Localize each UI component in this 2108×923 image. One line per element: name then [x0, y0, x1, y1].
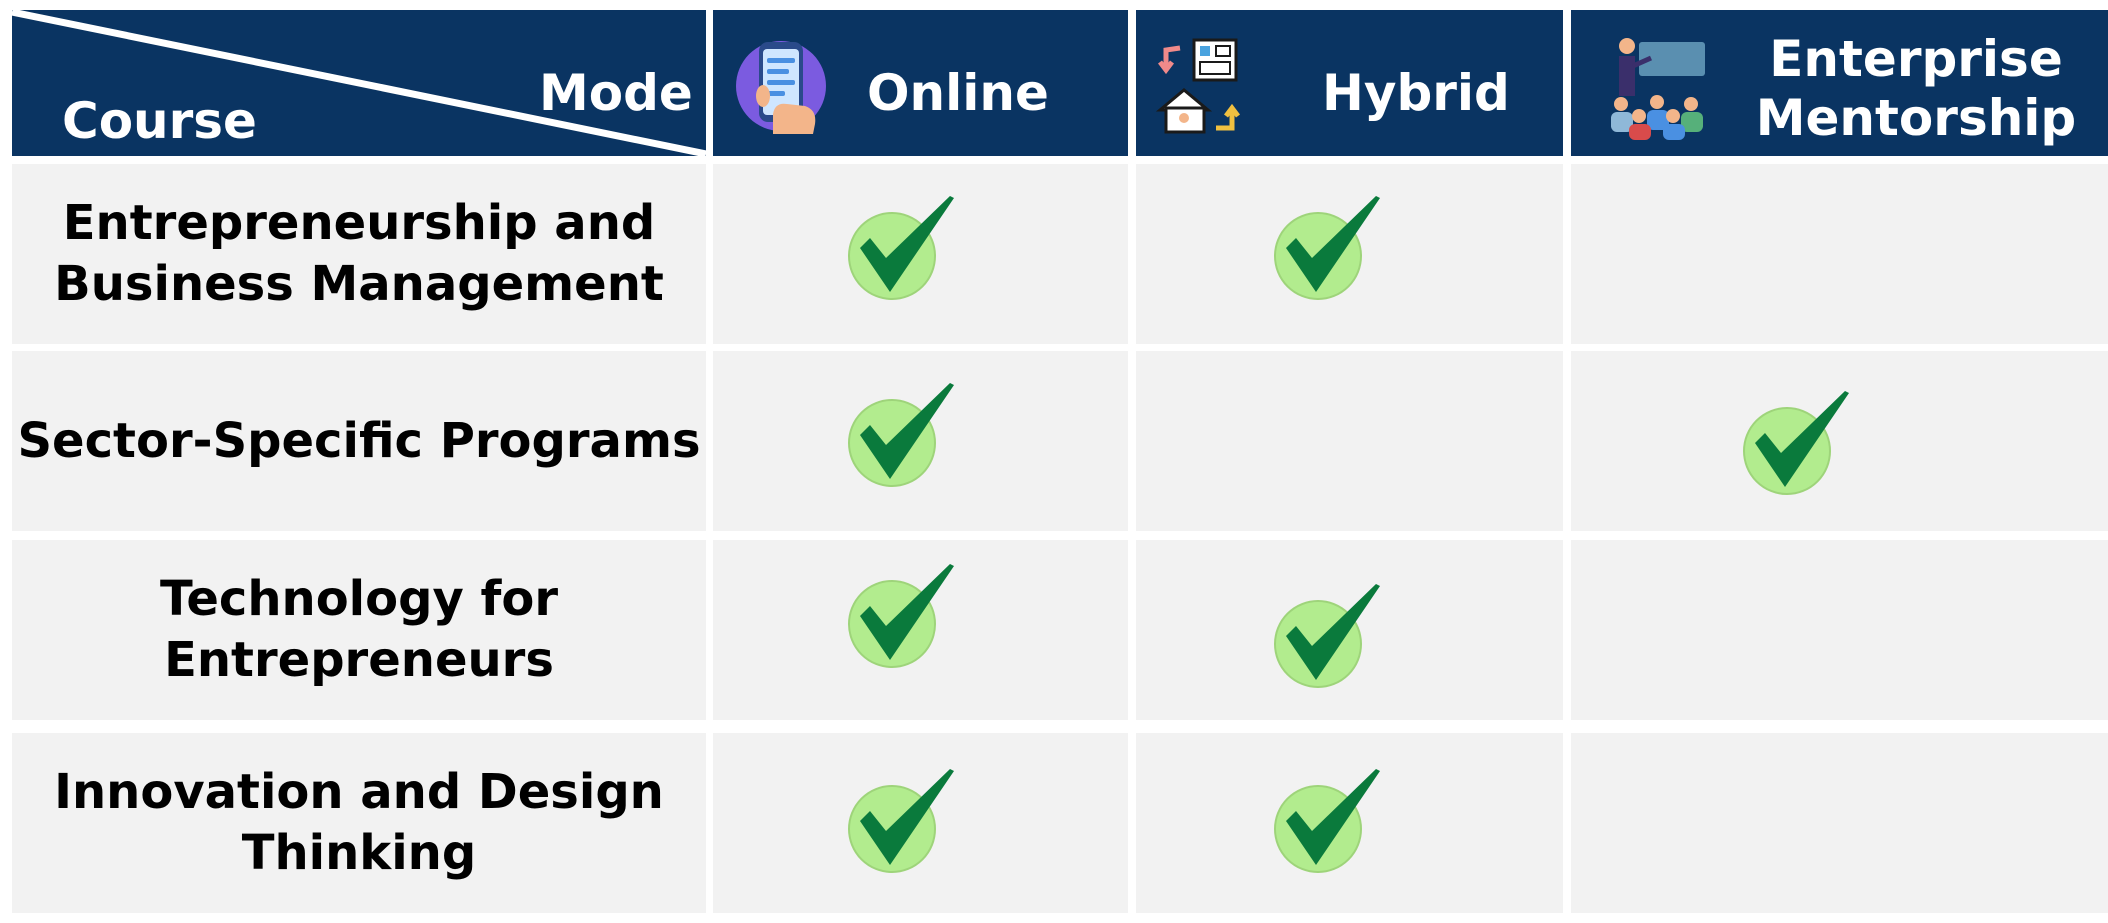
mode-cell-hybrid	[1136, 540, 1563, 720]
mode-cell-enterprise	[1571, 351, 2108, 531]
checkmark-icon	[846, 194, 958, 306]
course-name: Sector-Specific Programs	[17, 412, 701, 469]
course-name: Innovation and Design Thinking	[54, 764, 664, 881]
course-cell: Sector-Specific Programs	[12, 351, 706, 531]
mode-cell-hybrid	[1136, 351, 1563, 531]
mode-label-hybrid: Hybrid	[1322, 64, 1510, 122]
mode-cell-online	[713, 540, 1128, 720]
header-cell-hybrid: Hybrid	[1136, 10, 1563, 156]
corner-header-cell: Course Mode	[12, 10, 706, 156]
mode-cell-hybrid	[1136, 733, 1563, 913]
mode-label-online: Online	[867, 64, 1049, 122]
checkmark-icon	[846, 767, 958, 879]
checkmark-icon	[846, 562, 958, 674]
checkmark-icon	[1741, 389, 1853, 501]
course-name: Entrepreneurship and Business Management	[54, 195, 664, 312]
mode-label-enterprise: Enterprise Mentorship	[1755, 30, 2077, 147]
mode-cell-enterprise	[1571, 733, 2108, 913]
course-cell: Entrepreneurship and Business Management	[12, 164, 706, 344]
course-cell: Innovation and Design Thinking	[12, 733, 706, 913]
corner-course-label: Course	[62, 92, 257, 150]
checkmark-icon	[846, 381, 958, 493]
checkmark-icon	[1272, 767, 1384, 879]
mode-cell-online	[713, 164, 1128, 344]
mode-cell-online	[713, 351, 1128, 531]
mode-cell-hybrid	[1136, 164, 1563, 344]
header-cell-enterprise: Enterprise Mentorship	[1571, 10, 2108, 156]
course-name: Technology for Entrepreneurs	[159, 571, 558, 688]
header-cell-online: Online	[713, 10, 1128, 156]
course-cell: Technology for Entrepreneurs	[12, 540, 706, 720]
office-home-switch-icon	[1155, 36, 1248, 136]
mentor-presentation-icon	[1607, 36, 1707, 140]
checkmark-icon	[1272, 194, 1384, 306]
smartphone-app-icon	[733, 36, 829, 136]
mode-cell-online	[713, 733, 1128, 913]
mode-cell-enterprise	[1571, 164, 2108, 344]
checkmark-icon	[1272, 582, 1384, 694]
mode-cell-enterprise	[1571, 540, 2108, 720]
corner-mode-label: Mode	[539, 64, 693, 122]
course-mode-table: Course Mode Online Hybrid Enterprise Men…	[0, 0, 2108, 923]
